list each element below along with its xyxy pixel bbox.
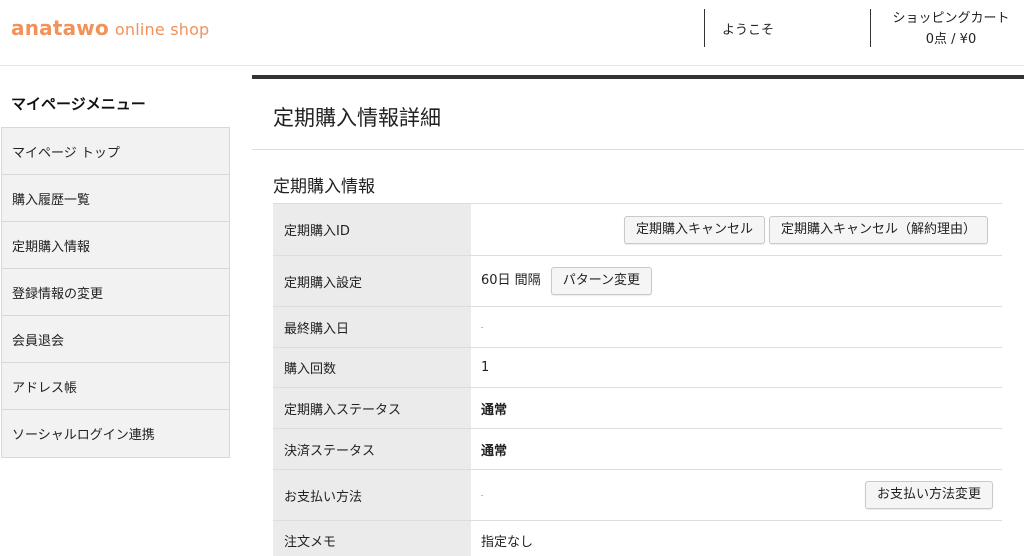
- table-row: 定期購入ステータス 通常: [273, 387, 1002, 429]
- row-label-order-memo: 注文メモ: [273, 520, 471, 556]
- header-divider: [870, 9, 871, 47]
- sidebar-item-edit-profile[interactable]: 登録情報の変更: [2, 269, 229, 316]
- interval-value: 60日 間隔: [481, 273, 541, 288]
- row-label-last-purchase-date: 最終購入日: [273, 306, 471, 348]
- cart-title: ショッピングカート: [892, 11, 1010, 26]
- table-row: 最終購入日: [273, 306, 1002, 348]
- row-value-setting: 60日 間隔 パターン変更: [471, 255, 1002, 307]
- row-value-order-memo: 指定なし: [471, 520, 1002, 556]
- cancel-subscription-button[interactable]: 定期購入キャンセル: [623, 216, 765, 244]
- page-title: 定期購入情報詳細: [273, 106, 441, 130]
- row-value-payment-method: お支払い方法変更: [471, 469, 1002, 521]
- sidebar-item-withdraw[interactable]: 会員退会: [2, 316, 229, 363]
- cancel-with-reason-button[interactable]: 定期購入キャンセル（解約理由）: [768, 216, 988, 244]
- table-row: 決済ステータス 通常: [273, 428, 1002, 470]
- row-value-payment-status: 通常: [471, 428, 1002, 470]
- cart-summary: 0点 / ¥0: [925, 32, 977, 47]
- site-logo[interactable]: anatawo online shop: [11, 16, 209, 40]
- row-label-purchase-count: 購入回数: [273, 347, 471, 388]
- pattern-change-button[interactable]: パターン変更: [550, 267, 653, 295]
- logo-text-light: online shop: [114, 20, 210, 39]
- title-divider: [252, 149, 1024, 150]
- main-accent-bar: [252, 75, 1024, 79]
- logo-text-strong: anatawo: [11, 16, 109, 40]
- table-row: お支払い方法 お支払い方法変更: [273, 469, 1002, 521]
- site-header: anatawo online shop ようこそ ショッピングカート 0点 / ¥…: [0, 0, 1024, 66]
- row-value-purchase-count: 1: [471, 347, 1002, 388]
- row-value-subscription-id: 定期購入キャンセル 定期購入キャンセル（解約理由）: [471, 203, 1002, 256]
- row-label-subscription-id: 定期購入ID: [273, 203, 471, 256]
- subscription-info-table: 定期購入ID 定期購入キャンセル 定期購入キャンセル（解約理由） 定期購入設定 …: [273, 203, 1002, 556]
- table-row: 定期購入設定 60日 間隔 パターン変更: [273, 255, 1002, 307]
- table-row: 注文メモ 指定なし: [273, 520, 1002, 556]
- row-label-subscription-status: 定期購入ステータス: [273, 387, 471, 429]
- sidebar-item-address-book[interactable]: アドレス帳: [2, 363, 229, 410]
- sidebar-item-order-history[interactable]: 購入履歴一覧: [2, 175, 229, 222]
- sidebar-item-subscription[interactable]: 定期購入情報: [2, 222, 229, 269]
- empty-value-mark: [481, 326, 483, 328]
- change-payment-method-button[interactable]: お支払い方法変更: [864, 481, 993, 509]
- row-label-payment-method: お支払い方法: [273, 469, 471, 521]
- sidebar-item-social-login[interactable]: ソーシャルログイン連携: [2, 410, 229, 457]
- row-value-last-purchase-date: [471, 306, 1002, 348]
- sidebar-item-mypage-top[interactable]: マイページ トップ: [2, 128, 229, 175]
- header-divider: [704, 9, 705, 47]
- empty-value-mark: [481, 494, 483, 496]
- table-row: 定期購入ID 定期購入キャンセル 定期購入キャンセル（解約理由）: [273, 203, 1002, 256]
- cancel-button-group: 定期購入キャンセル 定期購入キャンセル（解約理由）: [623, 216, 988, 244]
- table-row: 購入回数 1: [273, 347, 1002, 388]
- shopping-cart-link[interactable]: ショッピングカート 0点 / ¥0: [878, 8, 1024, 50]
- row-value-subscription-status: 通常: [471, 387, 1002, 429]
- row-label-payment-status: 決済ステータス: [273, 428, 471, 470]
- sidebar-menu: マイページ トップ 購入履歴一覧 定期購入情報 登録情報の変更 会員退会 アドレ…: [1, 127, 230, 458]
- row-label-setting: 定期購入設定: [273, 255, 471, 307]
- section-title: 定期購入情報: [273, 177, 375, 197]
- sidebar-title: マイページメニュー: [11, 95, 146, 113]
- welcome-text: ようこそ: [722, 23, 775, 38]
